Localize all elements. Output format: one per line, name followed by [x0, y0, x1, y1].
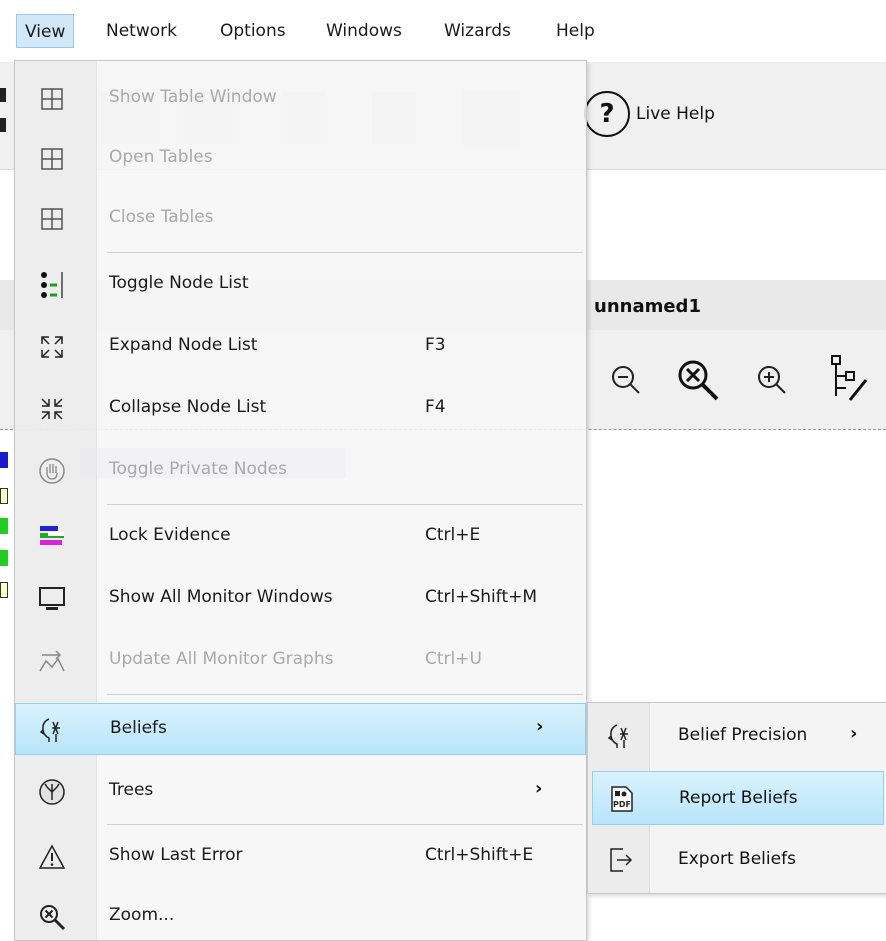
export-icon — [606, 845, 636, 875]
menu-separator — [107, 504, 583, 505]
submenu-item-report-beliefs[interactable]: PDF Report Beliefs — [592, 771, 884, 825]
submenu-item-export-beliefs[interactable]: Export Beliefs — [592, 833, 884, 887]
menu-item-zoom[interactable]: Zoom... — [15, 891, 586, 941]
menu-item-label: Close Tables — [109, 207, 214, 227]
table-icon — [37, 84, 67, 114]
zoom-in-icon[interactable] — [746, 354, 798, 406]
menu-item-beliefs[interactable]: Beliefs › — [15, 703, 586, 755]
menu-item-shortcut: Ctrl+Shift+M — [425, 587, 538, 607]
menu-item-close-tables[interactable]: Close Tables — [15, 193, 586, 245]
menu-separator — [107, 824, 583, 825]
beliefs-icon — [38, 715, 68, 745]
menu-item-label: Update All Monitor Graphs — [109, 649, 334, 669]
menu-item-toggle-node-list[interactable]: Toggle Node List — [15, 259, 586, 311]
menu-item-collapse-node-list[interactable]: Collapse Node List F4 — [15, 383, 586, 435]
svg-text:PDF: PDF — [613, 800, 631, 809]
zoom-fit-icon[interactable] — [672, 354, 724, 406]
strip-mark — [0, 452, 8, 468]
expand-icon — [37, 332, 67, 362]
beliefs-icon — [606, 721, 636, 751]
menu-item-update-all-monitor-graphs[interactable]: Update All Monitor Graphs Ctrl+U — [15, 635, 586, 687]
menu-item-label: Show Last Error — [109, 845, 243, 865]
live-help-button[interactable]: ? Live Help — [584, 90, 715, 138]
menu-item-expand-node-list[interactable]: Expand Node List F3 — [15, 321, 586, 373]
help-question-icon: ? — [584, 91, 630, 137]
live-help-label: Live Help — [636, 104, 715, 124]
menu-item-shortcut: Ctrl+E — [425, 525, 481, 545]
update-graphs-icon — [37, 646, 67, 676]
view-menu: Show Table Window Open Tables Close Tabl… — [14, 60, 587, 941]
menu-item-label: Beliefs — [110, 718, 167, 738]
menu-item-shortcut: Ctrl+U — [425, 649, 482, 669]
menu-item-lock-evidence[interactable]: Lock Evidence Ctrl+E — [15, 511, 586, 563]
menu-item-shortcut: F3 — [425, 335, 446, 355]
menu-item-label: Expand Node List — [109, 335, 258, 355]
menu-options[interactable]: Options — [212, 14, 294, 48]
submenu-arrow-icon: › — [536, 716, 544, 737]
menu-item-shortcut: Ctrl+Shift+E — [425, 845, 534, 865]
menu-item-show-table-window[interactable]: Show Table Window — [15, 73, 586, 125]
menu-item-open-tables[interactable]: Open Tables — [15, 133, 586, 185]
node-list-icon — [37, 270, 67, 300]
menu-item-label: Collapse Node List — [109, 397, 267, 417]
menu-item-shortcut: F4 — [425, 397, 446, 417]
menu-item-label: Toggle Private Nodes — [109, 459, 287, 479]
collapse-icon — [37, 394, 67, 424]
hand-icon — [37, 456, 67, 486]
menu-view[interactable]: View — [16, 14, 75, 48]
menu-item-trees[interactable]: Trees › — [15, 766, 586, 818]
submenu-arrow-icon: › — [535, 778, 543, 799]
menu-item-show-last-error[interactable]: Show Last Error Ctrl+Shift+E — [15, 831, 586, 883]
submenu-item-belief-precision[interactable]: Belief Precision › — [592, 709, 884, 763]
monitor-icon — [37, 584, 67, 614]
menu-help[interactable]: Help — [548, 14, 603, 48]
beliefs-submenu: Belief Precision › PDF Report Beliefs Ex… — [587, 702, 886, 894]
lock-evidence-icon — [37, 522, 67, 552]
warning-icon — [37, 842, 67, 872]
menu-item-label: Trees — [109, 780, 154, 800]
table-icon — [37, 144, 67, 174]
menu-item-label: Zoom... — [109, 905, 175, 925]
strip-mark — [0, 518, 8, 534]
strip-mark — [0, 118, 6, 132]
menu-wizards[interactable]: Wizards — [436, 14, 519, 48]
zoom-icon — [37, 902, 67, 932]
table-icon — [37, 204, 67, 234]
submenu-item-label: Belief Precision — [678, 725, 808, 745]
submenu-item-label: Report Beliefs — [679, 788, 798, 808]
pdf-report-icon: PDF — [607, 784, 637, 814]
menu-item-toggle-private-nodes[interactable]: Toggle Private Nodes — [15, 445, 586, 497]
menu-windows[interactable]: Windows — [318, 14, 410, 48]
submenu-item-label: Export Beliefs — [678, 849, 796, 869]
menu-item-label: Show Table Window — [109, 87, 277, 107]
menu-network[interactable]: Network — [98, 14, 185, 48]
menu-item-label: Open Tables — [109, 147, 213, 167]
menu-item-show-all-monitor-windows[interactable]: Show All Monitor Windows Ctrl+Shift+M — [15, 573, 586, 625]
menu-item-label: Lock Evidence — [109, 525, 231, 545]
zoom-out-icon[interactable] — [600, 354, 652, 406]
strip-mark — [0, 88, 6, 102]
submenu-arrow-icon: › — [850, 723, 858, 744]
edit-structure-icon[interactable] — [822, 354, 874, 406]
menu-separator — [107, 252, 583, 253]
strip-mark — [0, 488, 8, 504]
strip-mark — [0, 582, 8, 598]
menu-item-label: Toggle Node List — [109, 273, 249, 293]
strip-mark — [0, 550, 8, 566]
menu-separator — [107, 694, 583, 695]
menu-item-label: Show All Monitor Windows — [109, 587, 333, 607]
tree-icon — [37, 777, 67, 807]
menu-bar: View Network Options Windows Wizards Hel… — [0, 0, 886, 62]
network-title: unnamed1 — [594, 296, 701, 317]
